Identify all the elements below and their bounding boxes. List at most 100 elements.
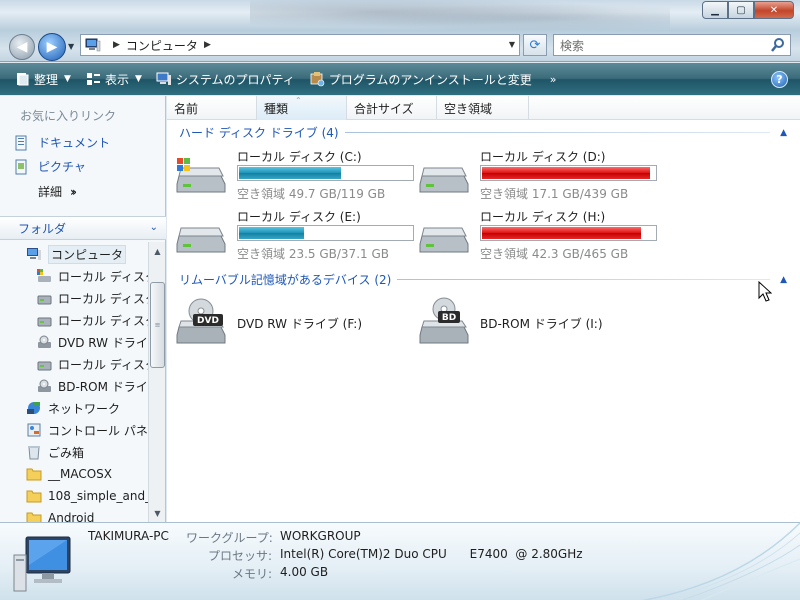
tree-item-label: ローカル ディスク xyxy=(58,291,148,306)
close-button[interactable]: ✕ xyxy=(754,1,794,19)
favorite-link-label: ドキュメント xyxy=(38,136,111,150)
views-button[interactable]: 表示 ▼ xyxy=(85,71,142,88)
drive-icon xyxy=(37,361,52,371)
computer-icon xyxy=(27,248,41,260)
drive-usage-fill xyxy=(239,167,341,179)
organize-button[interactable]: 整理 ▼ xyxy=(14,71,71,88)
favorite-links-more[interactable]: 詳細 ›› xyxy=(38,183,77,200)
minimize-button[interactable]: ▁ xyxy=(702,1,728,19)
details-pane: TAKIMURA-PC ワークグループ: WORKGROUP プロセッサ: In… xyxy=(0,522,800,600)
group-header-removable[interactable]: リムーバブル記憶域があるデバイス (2) ▲ xyxy=(179,271,787,288)
tree-item-folder-macosx[interactable]: __MACOSX xyxy=(26,464,112,484)
more-commands-button[interactable]: » xyxy=(550,73,557,86)
search-icon[interactable] xyxy=(771,37,785,53)
back-button[interactable]: ◀ xyxy=(9,34,35,60)
drive-tile-bd-i[interactable]: BD BD-ROM ドライブ (I:) xyxy=(418,297,658,349)
collapse-group-icon[interactable]: ▲ xyxy=(780,128,787,138)
bd-drive-icon: BD xyxy=(419,297,469,344)
column-header-free-space[interactable]: 空き領域 xyxy=(437,96,529,120)
maximize-button[interactable]: ▢ xyxy=(728,1,754,19)
tree-item-label: BD-ROM ドライブ xyxy=(58,379,148,394)
title-bar: ▁ ▢ ✕ ◀ ▶ ▼ ▶ コンピュータ ▶ ▼ ⟳ 検索 xyxy=(0,0,800,62)
search-input[interactable]: 検索 xyxy=(553,34,791,56)
drive-name: ローカル ディスク (D:) xyxy=(480,150,606,164)
address-bar[interactable]: ▶ コンピュータ ▶ ▼ xyxy=(80,34,520,56)
forward-button[interactable]: ▶ xyxy=(38,33,66,61)
tree-item-computer[interactable]: コンピュータ xyxy=(26,244,127,264)
column-header-label: 種類 xyxy=(264,101,289,116)
drive-icon xyxy=(37,295,52,305)
collapse-group-icon[interactable]: ▲ xyxy=(780,275,787,285)
group-header-hard-disks[interactable]: ハード ディスク ドライブ (4) ▲ xyxy=(179,124,787,141)
column-header-name[interactable]: 名前 xyxy=(167,96,257,120)
drive-usage-fill xyxy=(482,167,650,179)
tree-item-folder-108[interactable]: 108_simple_and_ xyxy=(26,486,148,506)
favorite-link-pictures[interactable]: ピクチャ xyxy=(14,158,86,175)
file-list-view: 名前 ⌃ 種類 合計サイズ 空き領域 ハード ディスク ドライブ (4) ▲ ロ… xyxy=(167,96,800,522)
drive-tile-e[interactable]: ローカル ディスク (E:) 空き領域 23.5 GB/37.1 GB xyxy=(175,208,415,261)
tree-item-network[interactable]: ネットワーク xyxy=(26,398,120,418)
drive-usage-bar xyxy=(480,225,657,241)
tree-item-recycle-bin[interactable]: ごみ箱 xyxy=(26,442,84,462)
favorite-links-more-label: 詳細 xyxy=(38,185,63,199)
help-icon: ? xyxy=(776,73,783,86)
refresh-button[interactable]: ⟳ xyxy=(523,34,547,56)
tree-item-dvd-drive[interactable]: DVD RW ドライブ xyxy=(36,332,148,352)
breadcrumb-separator-icon[interactable]: ▶ xyxy=(113,40,120,50)
maximize-icon: ▢ xyxy=(736,4,746,16)
system-properties-button[interactable]: システムのプロパティ xyxy=(156,71,295,88)
column-header-type[interactable]: ⌃ 種類 xyxy=(257,96,347,120)
drive-icon xyxy=(37,317,52,327)
bd-badge: BD xyxy=(442,313,456,323)
bd-drive-icon xyxy=(38,379,51,392)
uninstall-program-button[interactable]: プログラムのアンインストールと変更 xyxy=(309,71,532,88)
drive-tile-d[interactable]: ローカル ディスク (D:) 空き領域 17.1 GB/439 GB xyxy=(418,148,658,201)
column-header-label: 空き領域 xyxy=(444,101,493,116)
drive-usage-fill xyxy=(482,227,641,239)
drive-icon xyxy=(419,167,469,193)
memory-label: メモリ: xyxy=(232,567,273,581)
drive-free-space: 空き領域 17.1 GB/439 GB xyxy=(480,187,629,201)
folders-title: フォルダ xyxy=(18,221,67,236)
column-header-label: 合計サイズ xyxy=(354,101,414,116)
tree-item-label: コントロール パネル xyxy=(48,423,148,438)
scroll-thumb[interactable]: ≡ xyxy=(150,282,165,368)
windows-drive-icon xyxy=(37,269,51,282)
tree-item-label: ローカル ディスク xyxy=(58,313,148,328)
drive-name: ローカル ディスク (C:) xyxy=(237,150,362,164)
scroll-up-icon[interactable]: ▲ xyxy=(151,244,164,258)
drive-tile-c[interactable]: ローカル ディスク (C:) 空き領域 49.7 GB/119 GB xyxy=(175,148,415,201)
folder-tree-scrollbar[interactable]: ▲ ≡ ▼ xyxy=(148,242,165,522)
scroll-down-icon[interactable]: ▼ xyxy=(151,506,164,520)
views-label: 表示 xyxy=(104,72,129,87)
breadcrumb-separator-icon[interactable]: ▶ xyxy=(204,40,211,50)
favorite-link-documents[interactable]: ドキュメント xyxy=(14,134,110,151)
windows-drive-icon xyxy=(176,158,226,193)
address-dropdown-icon[interactable]: ▼ xyxy=(509,40,515,49)
tree-item-drive-d[interactable]: ローカル ディスク xyxy=(36,288,148,308)
drive-tile-dvd-f[interactable]: DVD DVD RW ドライブ (F:) xyxy=(175,297,415,349)
uninstall-label: プログラムのアンインストールと変更 xyxy=(328,72,532,87)
help-button[interactable]: ? xyxy=(771,71,788,88)
drive-free-space: 空き領域 23.5 GB/37.1 GB xyxy=(237,247,389,261)
dvd-badge: DVD xyxy=(197,316,219,326)
control-panel-icon xyxy=(27,423,41,437)
tree-item-bd-drive[interactable]: BD-ROM ドライブ xyxy=(36,376,148,396)
drive-tile-h[interactable]: ローカル ディスク (H:) 空き領域 42.3 GB/465 GB xyxy=(418,208,658,261)
tree-item-drive-h[interactable]: ローカル ディスク xyxy=(36,354,148,374)
decorative-swoosh xyxy=(641,523,800,600)
minimize-icon: ▁ xyxy=(711,4,719,16)
tree-item-control-panel[interactable]: コントロール パネル xyxy=(26,420,148,440)
tree-item-folder-android[interactable]: Android xyxy=(26,508,94,522)
glass-frost-decoration xyxy=(250,0,670,30)
column-header-total-size[interactable]: 合計サイズ xyxy=(347,96,437,120)
breadcrumb-computer[interactable]: コンピュータ xyxy=(126,37,198,54)
history-dropdown-icon[interactable]: ▼ xyxy=(68,42,74,51)
group-title: ハード ディスク ドライブ (4) xyxy=(179,126,339,140)
command-bar: 整理 ▼ 表示 ▼ システムのプロパティ プログラムのアンインストールと変更 »… xyxy=(0,63,800,95)
tree-item-label: ネットワーク xyxy=(48,401,121,416)
folders-header[interactable]: フォルダ ⌄ xyxy=(0,216,166,240)
tree-item-drive-c[interactable]: ローカル ディスク xyxy=(36,266,148,286)
drive-icon xyxy=(176,227,226,253)
tree-item-drive-e[interactable]: ローカル ディスク xyxy=(36,310,148,330)
